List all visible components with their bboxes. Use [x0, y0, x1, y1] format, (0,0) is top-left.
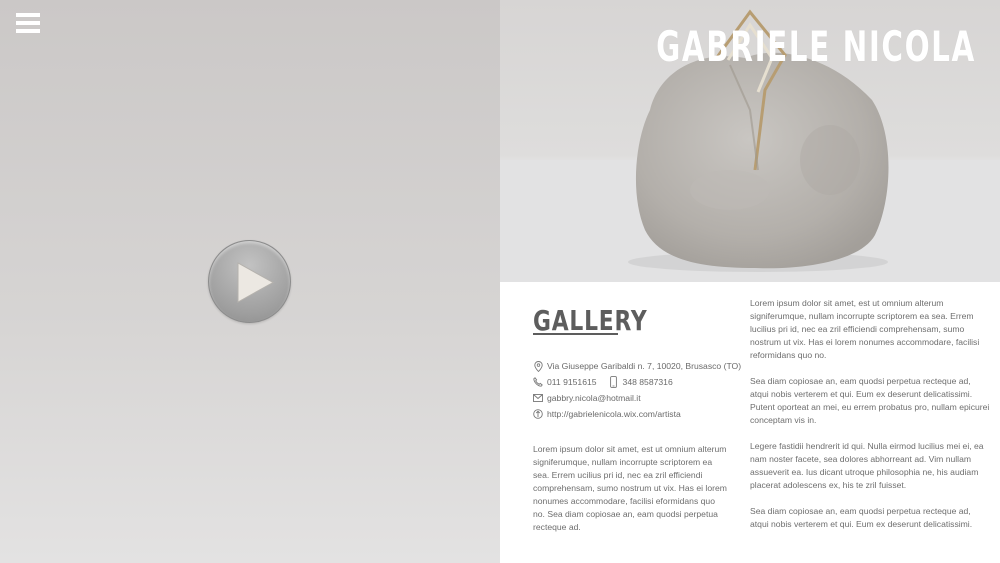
- description-paragraph: Sea diam copiosae an, eam quodsi perpetu…: [750, 376, 990, 425]
- mobile-text[interactable]: 348 8587316: [623, 377, 673, 387]
- envelope-icon: [533, 392, 543, 404]
- mobile-phone-icon: [609, 376, 619, 388]
- email-row: gabbry.nicola@hotmail.it: [533, 390, 743, 406]
- title-underline: [533, 333, 618, 335]
- play-button[interactable]: [208, 240, 291, 323]
- artist-name-title: GABRIELE NICOLA: [656, 22, 976, 71]
- description-paragraph: Sea diam copiosae an, eam quodsi perpetu…: [750, 506, 973, 529]
- website-row: http://gabrielenicola.wix.com/artista: [533, 406, 743, 422]
- play-icon: [237, 262, 275, 303]
- contact-info: Via Giuseppe Garibaldi n. 7, 10020, Brus…: [533, 358, 743, 422]
- description-column: Lorem ipsum dolor sit amet, est ut omniu…: [750, 297, 990, 544]
- description-paragraph: Legere fastidii hendrerit id qui. Nulla …: [750, 441, 984, 490]
- location-pin-icon: [533, 360, 543, 372]
- website-link[interactable]: http://gabrielenicola.wix.com/artista: [547, 409, 681, 419]
- video-panel: [0, 0, 500, 563]
- globe-icon: [533, 408, 543, 420]
- phone-text[interactable]: 011 9151615: [547, 377, 597, 387]
- intro-paragraph: Lorem ipsum dolor sit amet, est ut omniu…: [533, 444, 727, 532]
- email-link[interactable]: gabbry.nicola@hotmail.it: [547, 393, 641, 403]
- description-paragraph: Lorem ipsum dolor sit amet, est ut omniu…: [750, 298, 980, 360]
- address-text: Via Giuseppe Garibaldi n. 7, 10020, Brus…: [547, 361, 742, 371]
- phone-row: 011 9151615 348 8587316: [533, 374, 743, 390]
- hero-image: GABRIELE NICOLA: [500, 0, 1000, 282]
- phone-icon: [533, 376, 543, 388]
- address-row: Via Giuseppe Garibaldi n. 7, 10020, Brus…: [533, 358, 743, 374]
- hamburger-icon[interactable]: [16, 13, 40, 33]
